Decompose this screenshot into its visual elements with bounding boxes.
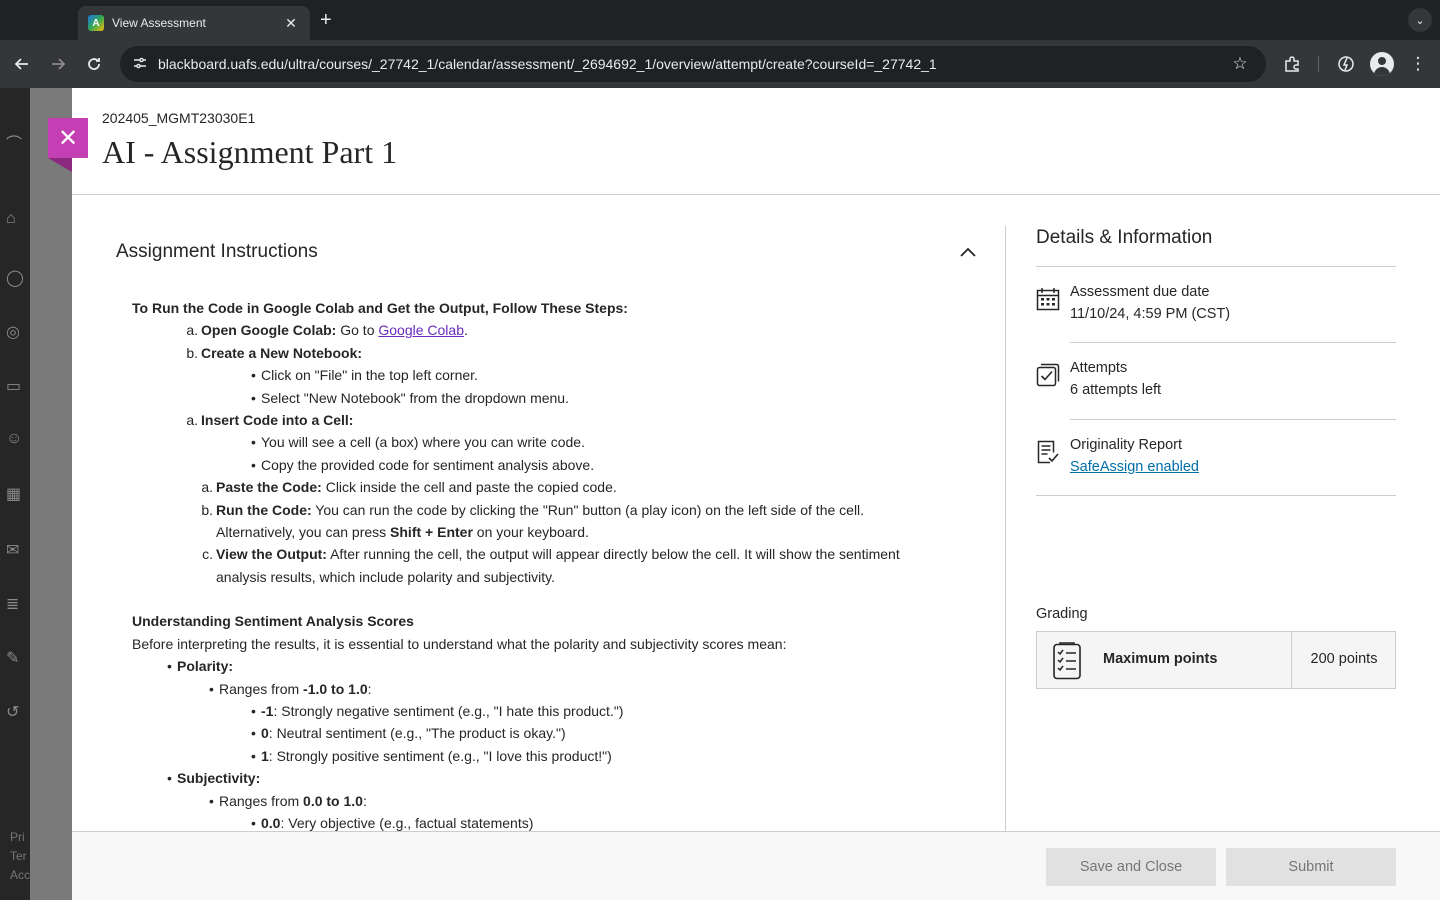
grading-label: Grading [1036, 606, 1088, 622]
attempts-icon [1036, 363, 1060, 387]
scores-heading: Understanding Sentiment Analysis Scores [132, 613, 414, 630]
back-icon[interactable] [10, 52, 34, 76]
save-and-close-button[interactable]: Save and Close [1046, 848, 1216, 886]
bg-courses-icon: ▭ [6, 378, 22, 395]
grading-box: Maximum points 200 points [1036, 631, 1396, 689]
steps-heading: To Run the Code in Google Colab and Get … [132, 300, 628, 316]
reload-icon[interactable] [82, 52, 106, 76]
list-item: c. View the Output: After running the ce… [202, 546, 900, 563]
list-item: • Polarity: [167, 658, 234, 675]
extensions-icon[interactable] [1280, 52, 1304, 76]
tab-search-icon[interactable]: ⌄ [1408, 8, 1432, 32]
browser-tab-bar: A View Assessment ✕ + ⌄ [0, 0, 1440, 40]
list-item: • 0.0: Very objective (e.g., factual stat… [251, 814, 534, 831]
list-item: • Copy the provided code for sentiment an… [251, 456, 595, 473]
bg-globe-icon: ◎ [6, 324, 20, 341]
close-panel-button[interactable]: ✕ [48, 118, 88, 158]
collapse-chevron-icon[interactable] [958, 243, 978, 263]
bg-profile-icon: ◯ [6, 270, 24, 287]
background-footer: Pri Ter Acc [10, 830, 31, 882]
list-item: b. Create a New Notebook: [186, 344, 363, 361]
url-text[interactable]: blackboard.uafs.edu/ultra/courses/_27742… [158, 56, 1228, 72]
bg-calendar-icon: ▦ [6, 486, 22, 503]
list-item: • You will see a cell (a box) where you c… [251, 434, 585, 451]
address-bar[interactable]: blackboard.uafs.edu/ultra/courses/_27742… [120, 46, 1266, 82]
calendar-icon [1036, 288, 1060, 311]
originality-report-icon [1037, 440, 1059, 464]
instructions-column[interactable]: Assignment Instructions To Run the Code … [102, 195, 1006, 831]
list-item: • Ranges from 0.0 to 1.0: [209, 792, 367, 809]
list-item: • -1: Strongly negative sentiment (e.g., … [251, 702, 624, 719]
tab-close-icon[interactable]: ✕ [282, 15, 300, 32]
attempts-label: Attempts [1070, 360, 1128, 376]
browser-menu-icon[interactable]: ⋮ [1406, 52, 1430, 76]
browser-tab[interactable]: A View Assessment ✕ [78, 6, 310, 40]
profile-avatar-icon[interactable] [1370, 52, 1394, 76]
list-item-continuation: Alternatively, you can press Shift + Ent… [216, 524, 589, 541]
toolbar-divider [1318, 56, 1319, 72]
grading-checklist-icon [1053, 642, 1081, 680]
column-divider [1005, 226, 1006, 831]
privacy-icon[interactable] [1334, 52, 1358, 76]
google-colab-link[interactable]: Google Colab [378, 322, 464, 338]
attempts-value: 6 attempts left [1070, 382, 1162, 398]
max-points-label: Maximum points [1103, 651, 1218, 667]
scores-intro: Before interpreting the results, it is e… [132, 635, 787, 652]
new-tab-icon[interactable]: + [320, 10, 332, 30]
due-date-value: 11/10/24, 4:59 PM (CST) [1070, 306, 1231, 322]
course-id: 202405_MGMT23030E1 [102, 110, 256, 126]
bg-tools-icon: ✎ [6, 650, 20, 667]
list-item: • Select "New Notebook" from the dropdown… [251, 389, 569, 406]
bg-logo-icon: ⌒ [6, 136, 23, 153]
due-date-label: Assessment due date [1070, 284, 1210, 300]
list-item: • Subjectivity: [167, 770, 261, 787]
list-item: a. Insert Code into a Cell: [186, 412, 354, 429]
instructions-heading: Assignment Instructions [116, 241, 318, 262]
list-item: • 1: Strongly positive sentiment (e.g., "… [251, 747, 612, 764]
submit-button[interactable]: Submit [1226, 848, 1396, 886]
list-item: a. Paste the Code: Click inside the cell… [201, 479, 617, 496]
list-item: b. Run the Code: You can run the code by… [201, 501, 865, 518]
bg-groups-icon: ☺ [6, 430, 23, 447]
details-divider [1036, 495, 1396, 496]
page-title: AI - Assignment Part 1 [102, 134, 398, 170]
list-item: a. Open Google Colab: Go to Google Colab… [186, 322, 468, 339]
tab-title: View Assessment [112, 16, 206, 30]
details-heading: Details & Information [1036, 227, 1213, 248]
forward-icon[interactable] [46, 52, 70, 76]
close-button-flag [48, 158, 72, 172]
bg-signout-icon: ↺ [6, 704, 20, 721]
blackboard-favicon-icon: A [88, 15, 104, 31]
list-item: • 0: Neutral sentiment (e.g., "The produc… [251, 725, 566, 742]
details-divider [1070, 419, 1396, 420]
originality-label: Originality Report [1070, 437, 1183, 453]
details-divider [1036, 266, 1396, 267]
panel-footer: Save and Close Submit [72, 831, 1440, 900]
list-item: • Ranges from -1.0 to 1.0: [209, 680, 372, 697]
max-points-value: 200 points [1310, 651, 1378, 667]
safeassign-link[interactable]: SafeAssign enabled [1070, 459, 1199, 475]
bookmark-star-icon[interactable]: ☆ [1228, 54, 1252, 74]
bg-grades-icon: ≣ [6, 596, 20, 613]
background-nav: ⌒ ⌂ ◯ ◎ ▭ ☺ ▦ ✉ ≣ ✎ ↺ [0, 88, 30, 900]
bg-institution-icon: ⌂ [6, 210, 16, 227]
bg-messages-icon: ✉ [6, 542, 20, 559]
details-divider [1070, 342, 1396, 343]
assessment-panel: 202405_MGMT23030E1 AI - Assignment Part … [72, 88, 1440, 900]
browser-toolbar: blackboard.uafs.edu/ultra/courses/_27742… [0, 40, 1440, 88]
list-item: • Click on "File" in the top left corner. [251, 367, 478, 384]
list-item-continuation: analysis results, which include polarity… [216, 568, 556, 585]
site-info-icon[interactable] [130, 56, 150, 73]
instructions-body: To Run the Code in Google Colab and Get … [132, 297, 972, 831]
